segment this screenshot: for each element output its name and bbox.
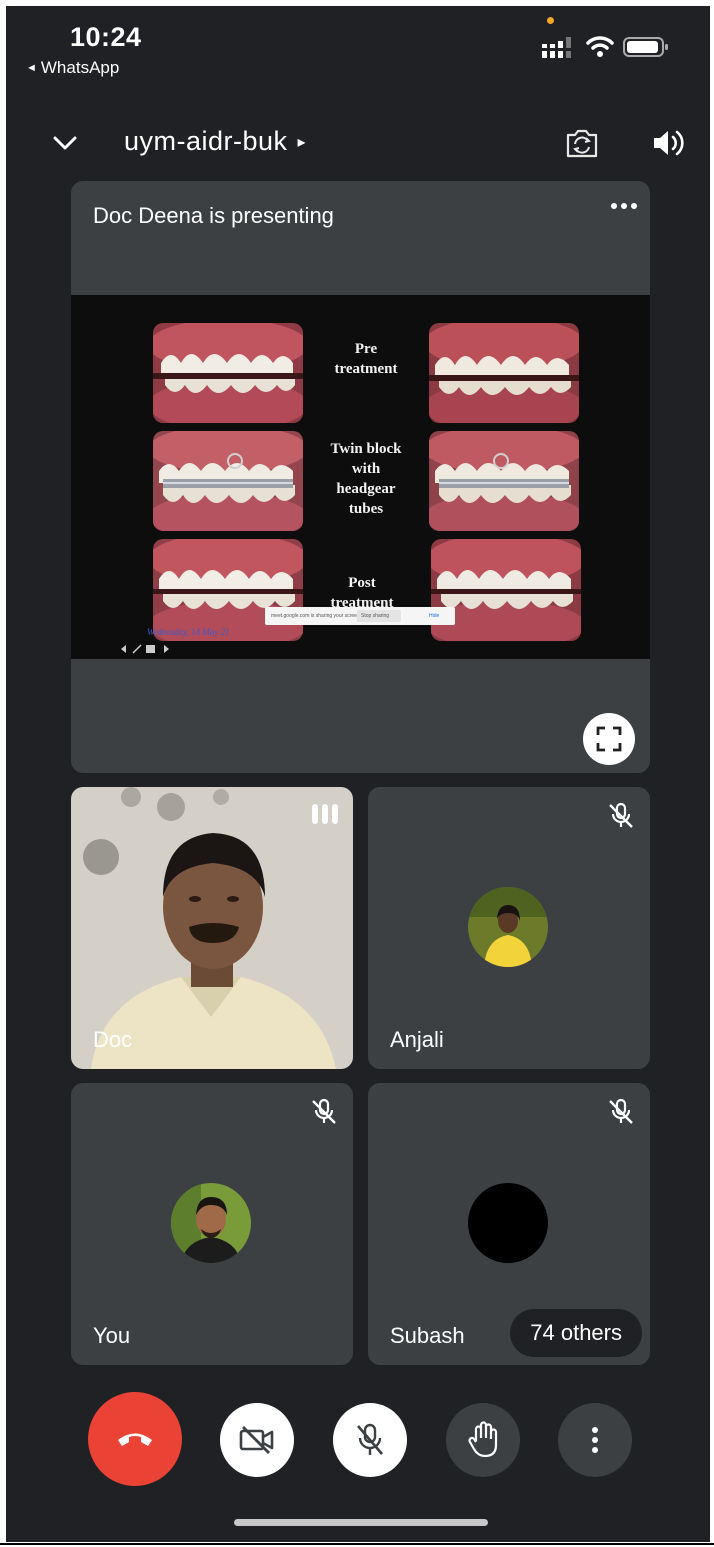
mic-off-icon: [357, 1423, 383, 1455]
minimize-chevron-icon[interactable]: [50, 132, 80, 154]
slide-label-twin-line-3: headgear: [336, 481, 396, 497]
fullscreen-button[interactable]: [583, 713, 635, 765]
microphone-toggle-button[interactable]: [333, 1403, 407, 1477]
participant-tile-anjali[interactable]: Anjali: [368, 787, 650, 1069]
slide-date: Wednesday, 14 May 21: [147, 627, 230, 637]
participant-avatar-subash: [468, 1183, 548, 1263]
participant-name-doc: Doc: [93, 1027, 133, 1052]
mic-off-icon: [609, 1098, 633, 1124]
back-app-label: WhatsApp: [40, 58, 120, 77]
screen-share-notice: meet.google.com is sharing your screen. …: [265, 607, 455, 625]
slide-label-twin-line-2: with: [351, 461, 381, 477]
more-options-button[interactable]: [558, 1403, 632, 1477]
mic-off-icon: [609, 802, 633, 828]
slide-label-pre-line-2: treatment: [334, 361, 398, 377]
fullscreen-icon: [596, 726, 622, 752]
others-count-button[interactable]: 74 others: [510, 1309, 642, 1357]
meeting-code-button[interactable]: uym-aidr-buk ▸: [124, 126, 306, 157]
hand-icon: [468, 1421, 498, 1458]
speaker-icon[interactable]: [650, 128, 686, 158]
phone-hangup-icon: [118, 1433, 152, 1446]
more-vert-icon: [592, 1427, 598, 1453]
raise-hand-button[interactable]: [446, 1403, 520, 1477]
slide-label-post-line-1: Post: [348, 575, 376, 591]
teeth-photo-post-left: [431, 539, 581, 641]
slide-label-twin-line-1: Twin block: [330, 441, 402, 457]
participant-avatar-you: [171, 1183, 251, 1263]
teeth-photo-twin-right: [153, 431, 303, 531]
meeting-code-label: uym-aidr-buk: [124, 126, 288, 156]
teeth-photo-pre-left: [429, 323, 579, 423]
teeth-photo-post-right: [153, 539, 303, 641]
speaking-indicator-icon: [312, 804, 338, 824]
mic-off-icon: [312, 1098, 336, 1124]
participant-tile-you[interactable]: You: [71, 1083, 353, 1365]
slide-label-pre: Pre treatment: [313, 339, 419, 379]
slide-label-pre-line-1: Pre: [354, 341, 378, 357]
wifi-icon: [586, 36, 614, 57]
participant-name-anjali: Anjali: [390, 1027, 444, 1052]
share-notice-text: meet.google.com is sharing your screen.: [271, 613, 362, 619]
hide-notice-link: Hide: [429, 613, 440, 619]
battery-icon: [623, 37, 668, 57]
slide-label-twin: Twin block with headgear tubes: [313, 439, 419, 519]
participant-avatar-anjali: [468, 887, 548, 967]
bottom-border: [0, 1543, 714, 1545]
participant-tile-subash[interactable]: Subash 74 others: [368, 1083, 650, 1365]
camera-toggle-button[interactable]: [220, 1403, 294, 1477]
teeth-photo-pre-right: [153, 323, 303, 423]
cellular-signal-icon: [542, 37, 571, 58]
shared-slide: Pre treatment Twin block with headgear t…: [71, 295, 650, 659]
back-to-app-link[interactable]: ◄ WhatsApp: [26, 58, 119, 78]
end-call-button[interactable]: [88, 1392, 182, 1486]
participant-name-subash: Subash: [390, 1323, 465, 1348]
back-triangle-icon: ◄: [26, 62, 37, 74]
participant-tile-doc[interactable]: Doc: [71, 787, 353, 1069]
slide-label-twin-line-4: tubes: [348, 501, 384, 517]
phone-screen: 10:24 ◄ WhatsApp uym-aidr-buk ▸ Doc Deen…: [6, 6, 710, 1542]
status-time: 10:24: [70, 22, 142, 52]
stop-sharing-button: Stop sharing: [357, 610, 401, 622]
mic-in-use-indicator: [547, 17, 554, 24]
presenting-title: Doc Deena is presenting: [93, 203, 334, 228]
video-off-icon: [239, 1426, 274, 1454]
presentation-card[interactable]: Doc Deena is presenting Pre treatment Tw…: [71, 181, 650, 773]
teeth-photo-twin-left: [429, 431, 579, 531]
meeting-info-arrow-icon: ▸: [297, 134, 307, 151]
slide-nav-icons: [121, 644, 169, 654]
participant-name-you: You: [93, 1323, 131, 1348]
more-options-icon[interactable]: [609, 199, 639, 213]
switch-camera-icon[interactable]: [564, 127, 600, 159]
home-indicator[interactable]: [234, 1519, 488, 1526]
